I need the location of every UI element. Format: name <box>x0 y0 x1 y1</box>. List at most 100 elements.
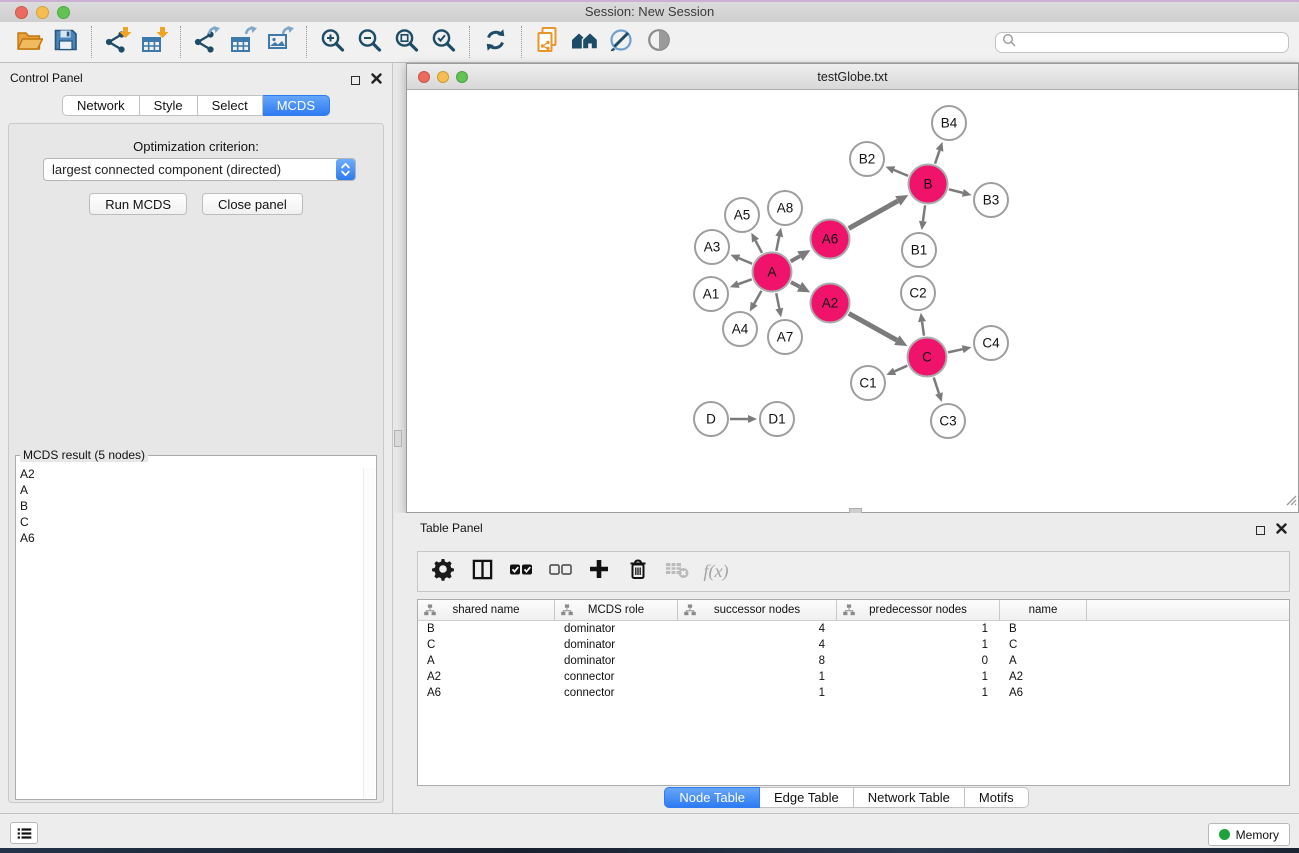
graph-edge-B-B3[interactable] <box>949 189 972 197</box>
cell-shared-name[interactable]: A2 <box>418 671 555 683</box>
table-row[interactable]: Bdominator41B <box>418 621 1289 637</box>
table-row[interactable]: A6connector11A6 <box>418 685 1289 701</box>
graph-node-A[interactable]: A <box>753 253 792 292</box>
mcds-result-item[interactable]: A <box>20 482 376 498</box>
graph-edge-B-B4[interactable] <box>935 142 943 164</box>
table-tab-edge-table[interactable]: Edge Table <box>760 787 854 808</box>
graph-edge-A-A8[interactable] <box>775 228 783 251</box>
open-folder-button[interactable] <box>10 25 47 59</box>
graph-node-C[interactable]: C <box>908 338 947 377</box>
table-float-panel-icon[interactable] <box>1256 526 1265 535</box>
graph-node-B3[interactable]: B3 <box>974 183 1008 217</box>
graph-node-A2[interactable]: A2 <box>811 284 850 323</box>
graph-edge-B-B1[interactable] <box>919 205 927 230</box>
graph-node-C1[interactable]: C1 <box>851 366 885 400</box>
graph-edge-A-A6[interactable] <box>791 250 811 261</box>
tab-network[interactable]: Network <box>62 95 140 116</box>
graph-edge-A-A7[interactable] <box>775 293 783 317</box>
graph-edge-A2-C[interactable] <box>849 313 908 346</box>
cell-MCDS-role[interactable]: connector <box>555 687 678 699</box>
mcds-result-item[interactable]: B <box>20 498 376 514</box>
zoom-fit-button[interactable] <box>388 25 425 59</box>
cell-shared-name[interactable]: B <box>418 623 555 635</box>
table-row[interactable]: A2connector11A2 <box>418 669 1289 685</box>
graph-node-A4[interactable]: A4 <box>723 312 757 346</box>
column-header-shared-name[interactable]: shared name <box>418 600 555 620</box>
result-scrollbar[interactable] <box>363 468 375 798</box>
minimize-window-button[interactable] <box>36 6 49 19</box>
table-row[interactable]: Adominator80A <box>418 653 1289 669</box>
add-button[interactable] <box>582 556 616 588</box>
memory-button[interactable]: Memory <box>1208 823 1290 846</box>
mcds-result-item[interactable]: A2 <box>20 466 376 482</box>
zoom-in-button[interactable] <box>314 25 351 59</box>
search-field[interactable] <box>995 32 1289 53</box>
cell-predecessor-nodes[interactable]: 0 <box>837 655 1000 667</box>
graph-node-A7[interactable]: A7 <box>768 320 802 354</box>
graph-edge-A-A4[interactable] <box>750 291 762 312</box>
zoom-selected-button[interactable] <box>425 25 462 59</box>
export-image-button[interactable] <box>262 25 299 59</box>
cell-successor-nodes[interactable]: 8 <box>678 655 837 667</box>
export-table-button[interactable] <box>225 25 262 59</box>
delete-table-button[interactable] <box>660 556 694 588</box>
column-header-successor-nodes[interactable]: successor nodes <box>678 600 837 620</box>
tab-mcds[interactable]: MCDS <box>263 95 330 116</box>
tab-style[interactable]: Style <box>140 95 198 116</box>
graph-node-B4[interactable]: B4 <box>932 106 966 140</box>
cell-successor-nodes[interactable]: 1 <box>678 687 837 699</box>
panel-splitter-handle[interactable] <box>394 430 402 447</box>
column-header-name[interactable]: name <box>1000 600 1087 620</box>
graph-edge-A6-B[interactable] <box>849 195 909 228</box>
home-network-button[interactable] <box>566 25 603 59</box>
graph-edge-C-C3[interactable] <box>934 377 943 402</box>
graph-edge-A-A5[interactable] <box>751 233 762 253</box>
graph-node-C4[interactable]: C4 <box>974 326 1008 360</box>
import-table-button[interactable] <box>136 25 173 59</box>
search-input[interactable] <box>1016 36 1282 50</box>
graph-node-A6[interactable]: A6 <box>811 220 850 259</box>
float-panel-icon[interactable] <box>351 76 360 85</box>
graph-edge-C-C2[interactable] <box>918 313 926 336</box>
table-tab-network-table[interactable]: Network Table <box>854 787 965 808</box>
cell-name[interactable]: A2 <box>1000 671 1087 683</box>
network-window-titlebar[interactable]: testGlobe.txt <box>407 64 1298 90</box>
mcds-result-item[interactable]: C <box>20 514 376 530</box>
fx-button[interactable]: f(x) <box>699 556 733 588</box>
column-header-predecessor-nodes[interactable]: predecessor nodes <box>837 600 1000 620</box>
cell-predecessor-nodes[interactable]: 1 <box>837 671 1000 683</box>
graph-node-D[interactable]: D <box>694 402 728 436</box>
cell-shared-name[interactable]: A6 <box>418 687 555 699</box>
cell-shared-name[interactable]: A <box>418 655 555 667</box>
deselect-all-button[interactable] <box>543 556 577 588</box>
gear-button[interactable] <box>426 556 460 588</box>
cell-successor-nodes[interactable]: 1 <box>678 671 837 683</box>
close-window-button[interactable] <box>15 6 28 19</box>
graph-edge-B-B2[interactable] <box>886 166 909 176</box>
run-mcds-button[interactable]: Run MCDS <box>89 193 187 215</box>
cell-name[interactable]: A <box>1000 655 1087 667</box>
select-all-button[interactable] <box>504 556 538 588</box>
style-paint-button[interactable] <box>603 25 640 59</box>
graph-node-B1[interactable]: B1 <box>902 233 936 267</box>
delete-button[interactable] <box>621 556 655 588</box>
cell-MCDS-role[interactable]: connector <box>555 671 678 683</box>
cell-name[interactable]: B <box>1000 623 1087 635</box>
table-row[interactable]: Cdominator41C <box>418 637 1289 653</box>
graph-node-A8[interactable]: A8 <box>768 191 802 225</box>
zoom-window-button[interactable] <box>57 6 70 19</box>
graph-node-A3[interactable]: A3 <box>695 230 729 264</box>
cell-predecessor-nodes[interactable]: 1 <box>837 623 1000 635</box>
graph-edge-D-D1[interactable] <box>730 415 757 423</box>
table-tab-motifs[interactable]: Motifs <box>965 787 1029 808</box>
column-header-MCDS-role[interactable]: MCDS role <box>555 600 678 620</box>
graph-node-C2[interactable]: C2 <box>901 276 935 310</box>
graph-edge-A-A3[interactable] <box>730 254 752 263</box>
graph-node-C3[interactable]: C3 <box>931 404 965 438</box>
close-panel-button[interactable]: Close panel <box>202 193 303 215</box>
close-panel-icon[interactable] <box>371 71 382 89</box>
cell-MCDS-role[interactable]: dominator <box>555 639 678 651</box>
graph-node-A5[interactable]: A5 <box>725 198 759 232</box>
resize-grip-icon[interactable] <box>1284 493 1297 511</box>
graph-edge-C-C1[interactable] <box>886 366 907 375</box>
